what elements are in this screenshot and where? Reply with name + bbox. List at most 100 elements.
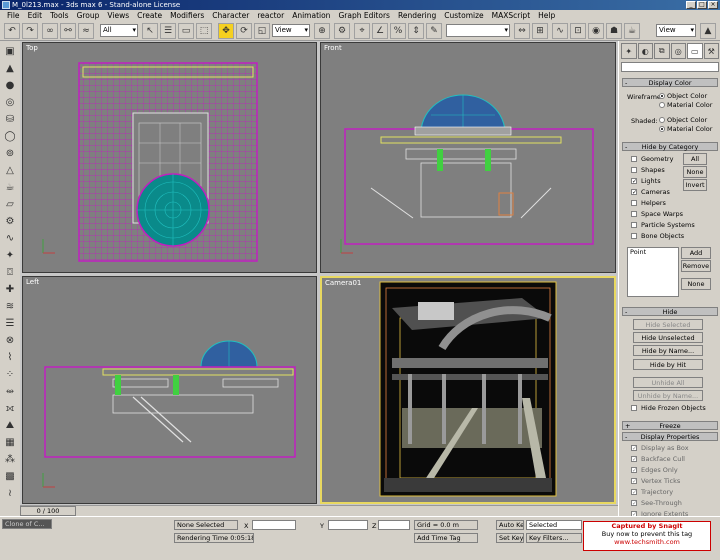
percent-snap-icon[interactable]: % <box>390 23 406 39</box>
menu-tools[interactable]: Tools <box>46 10 72 21</box>
maximize-button[interactable]: □ <box>697 1 707 9</box>
tab-create[interactable]: ✦ <box>621 43 637 59</box>
scatter-icon[interactable]: ⁘ <box>3 367 17 381</box>
snap-toggle-icon[interactable]: ⌖ <box>354 23 370 39</box>
trajectory-checkbox[interactable]: ✓ <box>631 489 637 496</box>
tab-display[interactable]: ▭ <box>687 43 703 59</box>
reference-coord-dropdown[interactable]: View <box>272 24 310 37</box>
display-as-box-checkbox[interactable]: ✓ <box>631 445 637 452</box>
menu-reactor[interactable]: reactor <box>253 10 288 21</box>
rollout-display-properties[interactable]: - Display Properties <box>622 432 718 441</box>
viewport-camera[interactable]: Camera01 <box>320 276 616 504</box>
time-slider[interactable]: 0 / 100 <box>20 505 618 516</box>
tube-icon[interactable]: ◯ <box>3 129 17 143</box>
shaded-material-color-radio[interactable] <box>659 126 665 132</box>
rect-region-icon[interactable]: ▭ <box>178 23 194 39</box>
select-manipulate-icon[interactable]: ⚙ <box>334 23 350 39</box>
menu-maxscript[interactable]: MAXScript <box>488 10 535 21</box>
link-icon[interactable]: ∞ <box>42 23 58 39</box>
box-icon[interactable]: ▣ <box>3 44 17 58</box>
pyramid-icon[interactable]: △ <box>3 163 17 177</box>
align-icon[interactable]: ⊞ <box>532 23 548 39</box>
none-list-button[interactable]: None <box>681 278 711 290</box>
menu-graph-editors[interactable]: Graph Editors <box>334 10 394 21</box>
angle-snap-icon[interactable]: ∠ <box>372 23 388 39</box>
menu-character[interactable]: Character <box>208 10 253 21</box>
menu-views[interactable]: Views <box>103 10 133 21</box>
minimize-button[interactable]: _ <box>686 1 696 9</box>
camera-icon[interactable]: ⌼ <box>3 265 17 279</box>
quick-render-icon[interactable]: ☕ <box>624 23 640 39</box>
vertex-ticks-checkbox[interactable]: ✓ <box>631 478 637 485</box>
selected-dropdown[interactable]: Selected <box>526 520 582 530</box>
unlink-icon[interactable]: ⚯ <box>60 23 76 39</box>
x-coord-field[interactable] <box>252 520 296 530</box>
teapot-icon[interactable]: ☕ <box>3 180 17 194</box>
taskbar-clone[interactable]: Clone of C... <box>2 519 52 529</box>
z-coord-field[interactable] <box>378 520 410 530</box>
viewport-left[interactable]: Left <box>22 276 317 504</box>
hide-selected-button[interactable]: Hide Selected <box>633 319 703 330</box>
mirror-icon[interactable]: ⇔ <box>514 23 530 39</box>
menu-rendering[interactable]: Rendering <box>394 10 440 21</box>
terrain-icon[interactable]: ⛰ <box>3 418 17 432</box>
menu-modifiers[interactable]: Modifiers <box>166 10 208 21</box>
bind-spacewarp-icon[interactable]: ≈ <box>78 23 94 39</box>
particle-systems-checkbox[interactable] <box>631 222 637 228</box>
pivot-center-icon[interactable]: ⊕ <box>314 23 330 39</box>
redo-icon[interactable]: ↷ <box>22 23 38 39</box>
spacewarp-icon[interactable]: ≋ <box>3 299 17 313</box>
y-coord-field[interactable] <box>328 520 368 530</box>
spline-icon[interactable]: ∿ <box>3 231 17 245</box>
named-selection-dropdown[interactable] <box>446 24 510 37</box>
tab-motion[interactable]: ◎ <box>670 43 686 59</box>
bone-objects-checkbox[interactable] <box>631 233 637 239</box>
menu-edit[interactable]: Edit <box>24 10 47 21</box>
mesher-icon[interactable]: ▦ <box>3 435 17 449</box>
close-button[interactable]: × <box>708 1 718 9</box>
shapes-checkbox[interactable] <box>631 167 637 173</box>
unhide-all-button[interactable]: Unhide All <box>633 377 703 388</box>
window-crossing-icon[interactable]: ⬚ <box>196 23 212 39</box>
menu-create[interactable]: Create <box>133 10 166 21</box>
rollout-hide-by-category[interactable]: - Hide by Category <box>622 142 718 151</box>
cone-icon[interactable]: ▲ <box>3 61 17 75</box>
menu-customize[interactable]: Customize <box>440 10 487 21</box>
remove-button[interactable]: Remove <box>681 260 711 272</box>
unhide-by-name-button[interactable]: Unhide by Name... <box>633 390 703 401</box>
nurbs-icon[interactable]: ≀ <box>3 486 17 500</box>
tab-hierarchy[interactable]: ⧉ <box>654 43 670 59</box>
invert-button[interactable]: Invert <box>683 179 707 191</box>
wireframe-material-color-radio[interactable] <box>659 102 665 108</box>
geometry-checkbox[interactable] <box>631 156 637 162</box>
auto-key-button[interactable]: Auto Key <box>496 520 524 530</box>
category-list[interactable]: Point <box>627 247 679 297</box>
loft-icon[interactable]: ⌇ <box>3 350 17 364</box>
undo-icon[interactable]: ↶ <box>4 23 20 39</box>
time-slider-thumb[interactable]: 0 / 100 <box>20 506 76 516</box>
viewport-front[interactable]: Front <box>320 42 616 273</box>
rollout-freeze[interactable]: + Freeze <box>622 421 718 430</box>
lights-checkbox[interactable]: ✓ <box>631 178 637 185</box>
selection-filter-dropdown[interactable]: All <box>100 24 138 37</box>
set-key-button[interactable]: Set Key <box>496 533 524 543</box>
none-button[interactable]: None <box>683 166 707 178</box>
schematic-view-icon[interactable]: ⊡ <box>570 23 586 39</box>
named-selection-icon[interactable]: ✎ <box>426 23 442 39</box>
select-by-name-icon[interactable]: ☰ <box>160 23 176 39</box>
menu-file[interactable]: File <box>3 10 24 21</box>
gear-icon[interactable]: ⚙ <box>3 214 17 228</box>
torus-icon[interactable]: ⊚ <box>3 146 17 160</box>
spinner-snap-icon[interactable]: ⇕ <box>408 23 424 39</box>
rollout-hide[interactable]: - Hide <box>622 307 718 316</box>
space-warps-checkbox[interactable] <box>631 211 637 217</box>
key-filters-button[interactable]: Key Filters... <box>526 533 582 543</box>
edges-only-checkbox[interactable]: ✓ <box>631 467 637 474</box>
hide-frozen-checkbox[interactable] <box>631 405 637 411</box>
helpers-checkbox[interactable] <box>631 200 637 206</box>
hide-by-hit-button[interactable]: Hide by Hit <box>633 359 703 370</box>
see-through-checkbox[interactable]: ✓ <box>631 500 637 507</box>
hide-unselected-button[interactable]: Hide Unselected <box>633 332 703 343</box>
rollout-display-color[interactable]: - Display Color <box>622 78 718 87</box>
select-rotate-icon[interactable]: ⟳ <box>236 23 252 39</box>
